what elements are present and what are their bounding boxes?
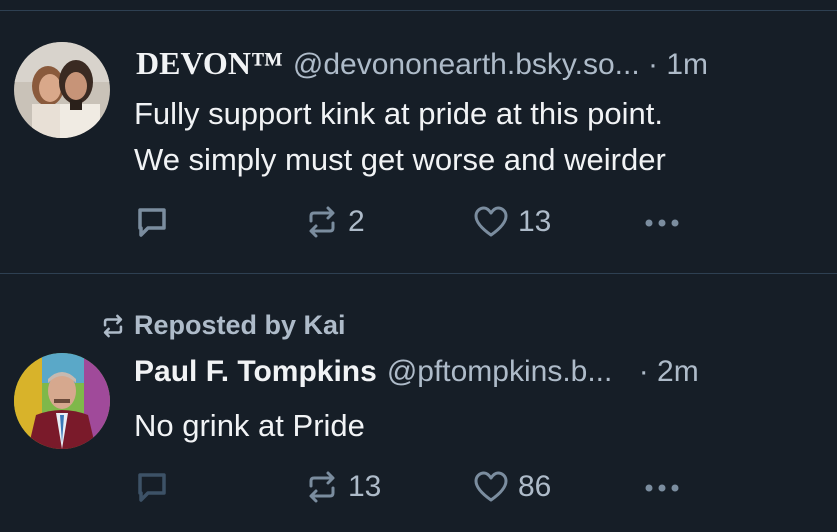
author-handle[interactable]: @devononearth.bsky.so...	[293, 48, 640, 81]
separator-dot: ·	[638, 355, 649, 388]
post[interactable]: DEVON™ @devononearth.bsky.so... · 1m Full…	[0, 11, 837, 273]
avatar[interactable]	[14, 353, 110, 449]
separator-dot: ·	[648, 48, 659, 81]
author-handle[interactable]: @pftompkins.b...	[387, 355, 613, 388]
like-count: 86	[518, 470, 552, 503]
repost-icon	[103, 314, 123, 337]
post-text: No grink at Pride	[134, 403, 365, 449]
repost-button[interactable]: 13	[304, 467, 381, 507]
post-timestamp[interactable]: 2m	[657, 355, 699, 388]
more-options-button[interactable]	[641, 467, 685, 507]
author-name[interactable]: DEVON™	[136, 45, 283, 81]
post-text: Fully support kink at pride at this poin…	[134, 91, 666, 183]
repost-icon	[309, 471, 335, 503]
repost-count: 2	[348, 205, 365, 238]
post-actions: 13 86	[0, 467, 837, 507]
avatar-photo-icon	[14, 353, 110, 449]
like-count: 13	[518, 205, 552, 238]
repost-icon	[309, 206, 335, 238]
like-button[interactable]: 13	[472, 202, 551, 242]
repost-button[interactable]: 2	[304, 202, 365, 242]
author-name[interactable]: Paul F. Tompkins	[134, 355, 377, 388]
post-timestamp[interactable]: 1m	[666, 48, 708, 81]
avatar-photo-icon	[14, 42, 110, 138]
avatar[interactable]	[14, 42, 110, 138]
ellipsis-icon	[645, 484, 679, 492]
post[interactable]: Reposted by Kai Paul F. Tompkins @pftompk…	[0, 274, 837, 532]
repost-count: 13	[348, 470, 382, 503]
reply-button[interactable]	[134, 202, 178, 242]
reposted-by-text: Reposted by Kai	[134, 310, 346, 340]
reply-button[interactable]	[134, 467, 178, 507]
more-options-button[interactable]	[641, 202, 685, 242]
ellipsis-icon	[645, 219, 679, 227]
post-header: DEVON™ @devononearth.bsky.so... · 1m	[136, 45, 708, 83]
post-header: Paul F. Tompkins @pftompkins.b... · 2m	[134, 354, 699, 390]
reposted-by-label[interactable]: Reposted by Kai	[100, 310, 346, 341]
post-text-line: We simply must get worse and weirder	[134, 142, 666, 177]
post-text-line: Fully support kink at pride at this poin…	[134, 96, 663, 131]
heart-icon	[474, 471, 508, 502]
heart-icon	[474, 206, 508, 237]
reply-icon	[138, 208, 166, 237]
post-actions: 2 13	[0, 202, 837, 242]
like-button[interactable]: 86	[472, 467, 551, 507]
post-text-line: No grink at Pride	[134, 408, 365, 443]
reply-icon	[138, 473, 166, 502]
